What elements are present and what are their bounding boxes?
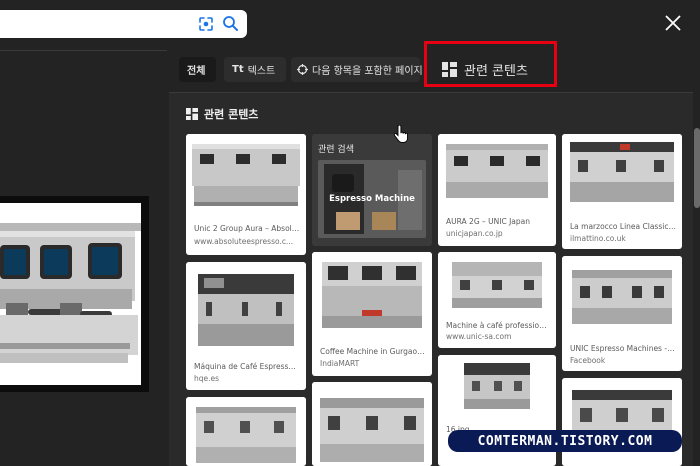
tab-pages-containing[interactable]: 다음 항목을 포함한 페이지 — [291, 57, 423, 82]
divider — [0, 50, 167, 51]
result-title: Máquina de Café Espresso - ... — [194, 362, 300, 371]
result-source: www.unic-sa.com — [446, 332, 512, 341]
panel-title: 관련 콘텐츠 — [186, 106, 258, 122]
google-lens-icon[interactable] — [198, 16, 214, 32]
search-bar[interactable] — [0, 10, 247, 38]
blog-watermark: COMTERMAN.TISTORY.COM — [448, 430, 682, 452]
result-source: hqe.es — [194, 374, 220, 383]
result-source: www.absoluteespresso.c... — [194, 237, 294, 246]
result-source: ilmattino.co.uk — [570, 234, 626, 243]
related-search-caption: Espresso Machine — [329, 194, 415, 204]
result-thumbnail — [186, 397, 306, 466]
tab-pages-containing-label: 다음 항목을 포함한 페이지 — [312, 66, 423, 77]
result-source: IndiaMART — [320, 359, 360, 368]
result-card[interactable]: La marzocco Linea Classic - il ... ilmat… — [562, 134, 682, 249]
result-card[interactable]: Máquina de Café Espresso - ... hqe.es — [186, 262, 306, 390]
panel-title-text: 관련 콘텐츠 — [204, 108, 259, 121]
result-thumbnail — [562, 134, 682, 212]
related-search-label: 관련 검색 — [318, 145, 354, 155]
result-card[interactable] — [562, 378, 682, 466]
result-title: La marzocco Linea Classic - il ... — [570, 222, 676, 231]
scrollbar[interactable] — [694, 128, 700, 208]
result-source: Facebook — [570, 356, 606, 365]
result-title: UNIC Espresso Machines - Ho... — [570, 344, 676, 353]
result-card[interactable]: AURA 2G – UNIC Japan unicjapan.co.jp — [438, 134, 556, 246]
result-thumbnail — [186, 262, 306, 357]
result-thumbnail — [562, 256, 682, 334]
result-thumbnail — [438, 252, 556, 314]
tab-text[interactable]: Tt 텍스트 — [224, 57, 286, 82]
result-thumbnail — [312, 252, 432, 337]
page-search-icon — [297, 64, 308, 75]
tab-text-label: 텍스트 — [247, 66, 276, 77]
selected-image[interactable] — [0, 203, 141, 385]
result-thumbnail — [186, 134, 306, 214]
result-thumbnail — [438, 134, 556, 209]
highlight-annotation-box — [424, 41, 557, 87]
result-card[interactable]: Coffee Machine in Gurgaon, ... IndiaMART — [312, 252, 432, 376]
tab-all-label: 전체 — [187, 66, 206, 77]
result-title: Unic 2 Group Aura – Absolute ... — [194, 224, 300, 233]
tab-all[interactable]: 전체 — [179, 57, 216, 82]
result-thumbnail — [312, 382, 432, 466]
result-card[interactable]: Unic 2 Group Aura – Absolute ... www.abs… — [186, 134, 306, 255]
result-card[interactable]: UNIC Espresso Machines - Ho... Facebook — [562, 256, 682, 371]
result-source: unicjapan.co.jp — [446, 229, 503, 238]
result-title: Coffee Machine in Gurgaon, ... — [320, 347, 426, 356]
result-title: Machine à café professionnell... — [446, 321, 550, 330]
related-search-image: Espresso Machine — [318, 160, 426, 238]
result-thumbnail — [562, 378, 682, 466]
result-title: AURA 2G – UNIC Japan — [446, 217, 530, 226]
result-card[interactable] — [186, 397, 306, 466]
search-icon[interactable] — [222, 15, 239, 32]
text-icon: Tt — [232, 64, 244, 75]
close-icon[interactable] — [664, 14, 682, 32]
result-card[interactable]: Machine à café professionnell... www.uni… — [438, 252, 556, 348]
result-thumbnail — [438, 355, 556, 417]
grid-icon — [186, 108, 198, 120]
result-card[interactable] — [312, 382, 432, 466]
hand-cursor-icon — [393, 125, 408, 143]
related-search-card[interactable]: 관련 검색 Espresso Machine — [312, 134, 432, 246]
